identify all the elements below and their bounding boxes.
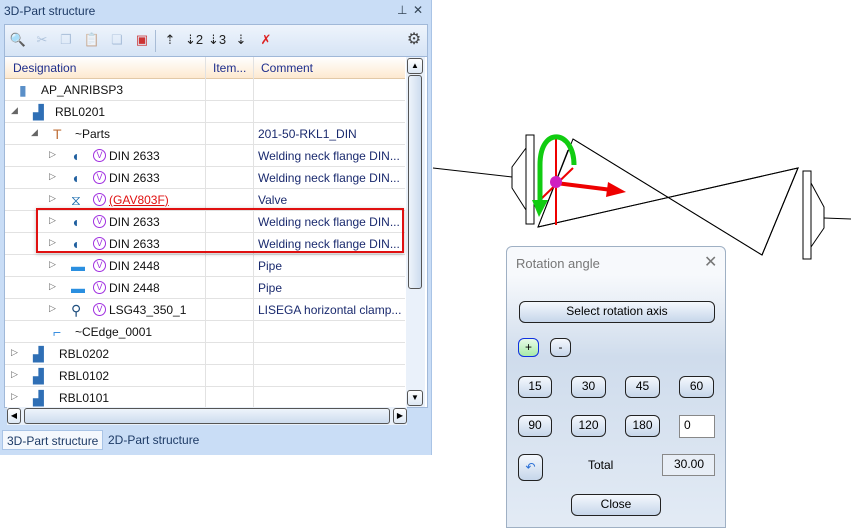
select-rotation-axis-button[interactable]: Select rotation axis	[519, 301, 715, 323]
angle-15-button[interactable]: 15	[518, 376, 552, 398]
total-label: Total	[588, 458, 614, 472]
angle-45-button[interactable]: 45	[625, 376, 660, 398]
rotation-gizmo	[532, 134, 626, 225]
pipe-wireframe	[432, 134, 851, 260]
rotation-angle-dialog: Rotation angle ✕ Select rotation axis + …	[506, 246, 726, 528]
angle-120-button[interactable]: 120	[571, 415, 606, 437]
dialog-close-icon[interactable]: ✕	[704, 252, 717, 272]
custom-angle-input[interactable]: 0	[679, 415, 715, 438]
total-value-field: 30.00	[662, 454, 715, 476]
angle-180-button[interactable]: 180	[625, 415, 660, 437]
undo-rotation-button[interactable]: ↶	[518, 454, 543, 481]
angle-30-button[interactable]: 30	[571, 376, 606, 398]
angle-90-button[interactable]: 90	[518, 415, 552, 437]
angle-60-button[interactable]: 60	[679, 376, 714, 398]
plus-direction-button[interactable]: +	[518, 338, 539, 357]
close-button[interactable]: Close	[571, 494, 661, 516]
undo-icon: ↶	[525, 460, 536, 474]
dialog-title: Rotation angle	[516, 256, 600, 271]
minus-direction-button[interactable]: -	[550, 338, 571, 357]
